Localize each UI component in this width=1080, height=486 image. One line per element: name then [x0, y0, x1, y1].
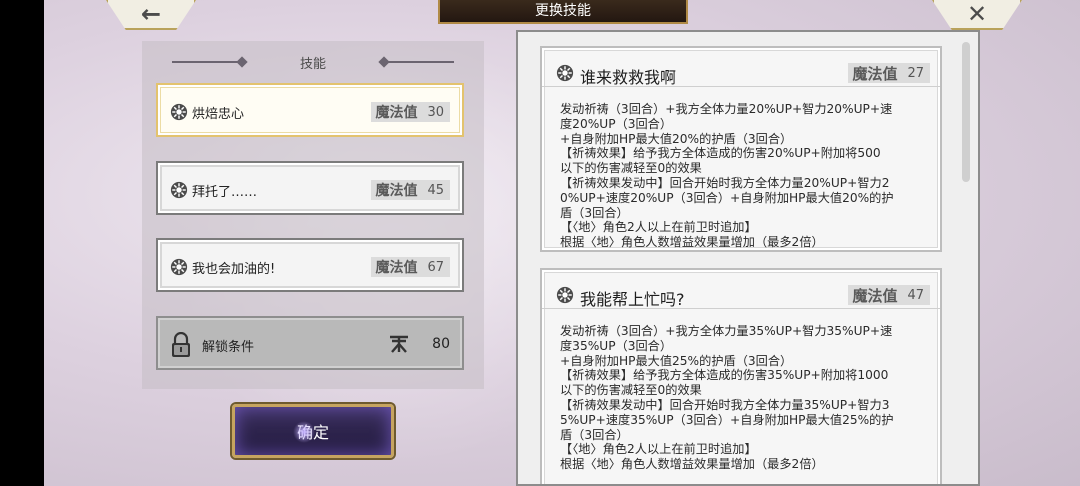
card-header: 我能帮上忙吗? 魔法值 47	[542, 270, 940, 309]
description-line: 发动祈祷（3回合）+我方全体力量35%UP+智力35%UP+速	[560, 324, 893, 338]
skill-detail-card-1: 谁来救救我啊 魔法值 27 发动祈祷（3回合）+我方全体力量20%UP+智力20…	[540, 46, 942, 252]
description-line: 0%UP+速度20%UP（3回合）+自身附加HP最大值20%的护	[560, 190, 894, 205]
skill-item-locked[interactable]: 解锁条件 80	[156, 316, 464, 370]
mp-cost: 魔法值 45	[371, 180, 450, 200]
description-line: 度35%UP（3回合）	[560, 338, 673, 353]
skill-gear-icon	[556, 64, 574, 82]
skill-gear-icon	[556, 286, 574, 304]
mp-label: 魔法值	[375, 183, 418, 199]
skill-gear-icon	[170, 181, 188, 199]
skill-item-3[interactable]: 我也会加油的! 魔法值 67	[156, 238, 464, 292]
mp-value: 27	[907, 65, 924, 81]
mp-cost: 魔法值 47	[848, 285, 930, 305]
mp-label: 魔法值	[375, 260, 418, 276]
skill-item-2[interactable]: 拜托了…… 魔法值 45	[156, 161, 464, 215]
game-scene: ← 更换技能 ✕ 技能 烘焙忠心 魔法值 30 拜托了…… 魔法值 45 我也会…	[44, 0, 1080, 486]
mp-label: 魔法值	[375, 105, 418, 121]
skill-name: 我也会加油的!	[192, 262, 276, 277]
description-line: 度20%UP（3回合）	[560, 116, 673, 131]
ornament-right-icon	[384, 61, 454, 63]
description-line: 【祈祷效果】给予我方全体造成的伤害35%UP+附加将1000	[560, 368, 889, 383]
unlock-requirement: 80	[388, 334, 450, 354]
skill-detail-title: 谁来救救我啊	[580, 68, 677, 87]
description-line: 根据〈地〉角色人数增益效果量增加（最多2倍）	[560, 235, 824, 250]
skill-list-panel: 技能 烘焙忠心 魔法值 30 拜托了…… 魔法值 45 我也会加油的! 魔法值 …	[142, 41, 484, 389]
skill-name: 拜托了……	[192, 185, 258, 200]
unlock-condition-label: 解锁条件	[202, 340, 255, 355]
skill-detail-title: 我能帮上忙吗?	[580, 290, 685, 309]
skill-item-1[interactable]: 烘焙忠心 魔法值 30	[156, 83, 464, 137]
mp-value: 30	[427, 104, 444, 120]
description-line: 根据〈地〉角色人数增益效果量增加（最多2倍）	[560, 457, 824, 472]
unlock-requirement-value: 80	[432, 336, 450, 352]
mp-cost: 魔法值 27	[848, 63, 930, 83]
description-line: +自身附加HP最大值25%的护盾（3回合）	[560, 353, 793, 368]
mp-cost: 魔法值 67	[371, 257, 450, 277]
close-icon: ✕	[966, 0, 988, 28]
skill-name: 烘焙忠心	[192, 107, 245, 122]
description-line: 【祈祷效果】给予我方全体造成的伤害20%UP+附加将500	[560, 146, 881, 161]
level-badge-icon	[390, 335, 409, 353]
mp-value: 47	[907, 287, 924, 303]
mp-label: 魔法值	[852, 286, 898, 305]
mp-label: 魔法值	[852, 64, 898, 83]
confirm-button[interactable]: 确定	[232, 404, 394, 458]
page-title: 更换技能	[438, 0, 688, 24]
description-line: 盾（3回合）	[560, 205, 629, 220]
close-button[interactable]: ✕	[932, 0, 1022, 30]
skill-description: 发动祈祷（3回合）+我方全体力量20%UP+智力20%UP+速 度20%UP（3…	[560, 102, 930, 250]
skill-gear-icon	[170, 103, 188, 121]
description-line: 以下的伤害减轻至0的效果	[560, 383, 702, 398]
skill-detail-card-2: 我能帮上忙吗? 魔法值 47 发动祈祷（3回合）+我方全体力量35%UP+智力3…	[540, 268, 942, 484]
description-line: 发动祈祷（3回合）+我方全体力量20%UP+智力20%UP+速	[560, 102, 893, 116]
back-button[interactable]: ←	[106, 0, 196, 30]
mp-value: 67	[427, 259, 444, 275]
description-line: +自身附加HP最大值20%的护盾（3回合）	[560, 131, 793, 146]
skill-gear-icon	[170, 258, 188, 276]
confirm-label: 确定	[296, 423, 329, 442]
description-line: 【祈祷效果发动中】回合开始时我方全体力量35%UP+智力3	[560, 397, 890, 412]
back-arrow-icon: ←	[140, 0, 162, 28]
description-line: 盾（3回合）	[560, 427, 629, 442]
mp-cost: 魔法值 30	[371, 102, 450, 122]
skill-description: 发动祈祷（3回合）+我方全体力量35%UP+智力35%UP+速 度35%UP（3…	[560, 324, 930, 472]
lock-icon	[172, 332, 190, 357]
description-line: 【〈地〉角色2人以上在前卫时追加】	[560, 442, 757, 457]
description-line: 【祈祷效果发动中】回合开始时我方全体力量20%UP+智力2	[560, 175, 890, 190]
skill-detail-panel[interactable]: 谁来救救我啊 魔法值 27 发动祈祷（3回合）+我方全体力量20%UP+智力20…	[516, 30, 980, 486]
description-line: 【〈地〉角色2人以上在前卫时追加】	[560, 220, 757, 235]
scrollbar-thumb[interactable]	[962, 42, 970, 182]
description-line: 5%UP+速度35%UP（3回合）+自身附加HP最大值25%的护	[560, 412, 894, 427]
description-line: 以下的伤害减轻至0的效果	[560, 161, 702, 176]
scrollbar[interactable]	[962, 42, 970, 476]
card-header: 谁来救救我啊 魔法值 27	[542, 48, 940, 87]
mp-value: 45	[427, 182, 444, 198]
